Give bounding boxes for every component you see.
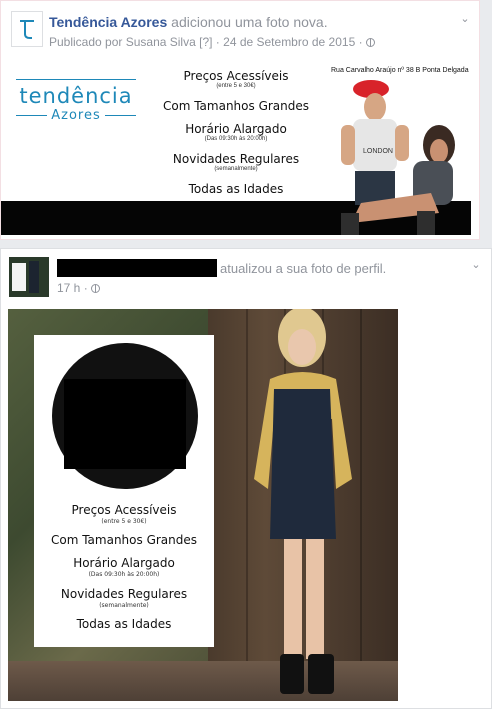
avatar-person	[29, 261, 39, 293]
brand-rule-right	[104, 115, 137, 116]
models-photo: LONDON	[341, 80, 455, 235]
page-name-link[interactable]: Tendência Azores	[49, 14, 167, 30]
model-figure	[254, 309, 352, 694]
post-action-text: atualizou a sua foto de perfil.	[220, 261, 387, 276]
post-header: Tendência Azores adicionou uma foto nova…	[49, 14, 328, 30]
brand-line2-row: Azores	[16, 108, 137, 123]
profile-photo[interactable]: Preços Acessíveis (entre 5 e 30€) Com Ta…	[8, 309, 398, 701]
tendencia-logo-icon	[20, 20, 34, 39]
avatar-poster	[12, 263, 26, 291]
published-by-text: Publicado por Susana Silva	[49, 35, 196, 49]
page-avatar[interactable]	[11, 11, 43, 47]
banner-line-0: Preços Acessíveis	[183, 69, 289, 83]
banner-line-3: Novidades Regulares	[172, 152, 300, 166]
meta-separator: ·	[83, 281, 88, 295]
brand-line2: Azores	[51, 108, 101, 123]
post-action-text: adicionou uma foto nova.	[171, 14, 328, 30]
banner-line-4: Todas as Idades	[188, 182, 284, 196]
post-meta: Publicado por Susana Silva [?] · 24 de S…	[49, 35, 375, 49]
post-date-link[interactable]: 24 de Setembro de 2015	[223, 35, 355, 49]
post-meta: 17 h ·	[57, 281, 101, 295]
brand-line1: tendência	[19, 84, 133, 108]
banner-line-2: Horário Alargado	[185, 122, 287, 136]
feed-post-page-photo: Tendência Azores adicionou uma foto nova…	[0, 0, 480, 240]
poster-line-0: Preços Acessíveis	[71, 503, 177, 517]
redacted-name[interactable]	[57, 259, 217, 277]
globe-icon	[365, 38, 375, 47]
brand-logo: tendência Azores	[16, 79, 137, 123]
meta-separator: ·	[215, 35, 220, 49]
poster-sub-3: (semanalmente)	[99, 602, 149, 609]
poster-line-4: Todas as Idades	[76, 617, 172, 631]
poster-redacted-logo	[64, 379, 186, 469]
globe-icon	[91, 284, 101, 293]
chevron-down-icon[interactable]: ⌄	[458, 13, 472, 25]
banner-sub-0: (entre 5 e 30€)	[216, 83, 256, 89]
chevron-down-icon[interactable]: ⌄	[469, 259, 483, 271]
post-photo-banner[interactable]: tendência Azores Preços Acessíveis (entr…	[1, 61, 471, 235]
banner-sub-3: (semanalmente)	[214, 166, 258, 172]
post-time-link[interactable]: 17 h	[57, 281, 80, 295]
banner-sub-2: (Das 09:30h às 20:00h)	[204, 136, 268, 142]
brand-rule-left	[16, 115, 48, 116]
poster-sub-0: (entre 5 e 30€)	[101, 518, 147, 525]
poster-line-2: Horário Alargado	[73, 556, 175, 570]
banner-line-1: Com Tamanhos Grandes	[162, 99, 310, 113]
shirt-text: LONDON	[363, 148, 393, 155]
help-link[interactable]: [?]	[199, 35, 212, 49]
poster-image: Preços Acessíveis (entre 5 e 30€) Com Ta…	[34, 335, 214, 647]
profile-avatar[interactable]	[9, 257, 49, 297]
brand-top-rule	[16, 79, 136, 80]
poster-line-1: Com Tamanhos Grandes	[50, 533, 198, 547]
meta-separator-2: ·	[358, 35, 363, 49]
feed-post-profile-photo: atualizou a sua foto de perfil. 17 h · ⌄	[0, 248, 492, 709]
poster-sub-2: (Das 09:30h às 20:00h)	[88, 571, 160, 578]
poster-line-3: Novidades Regulares	[60, 587, 188, 601]
